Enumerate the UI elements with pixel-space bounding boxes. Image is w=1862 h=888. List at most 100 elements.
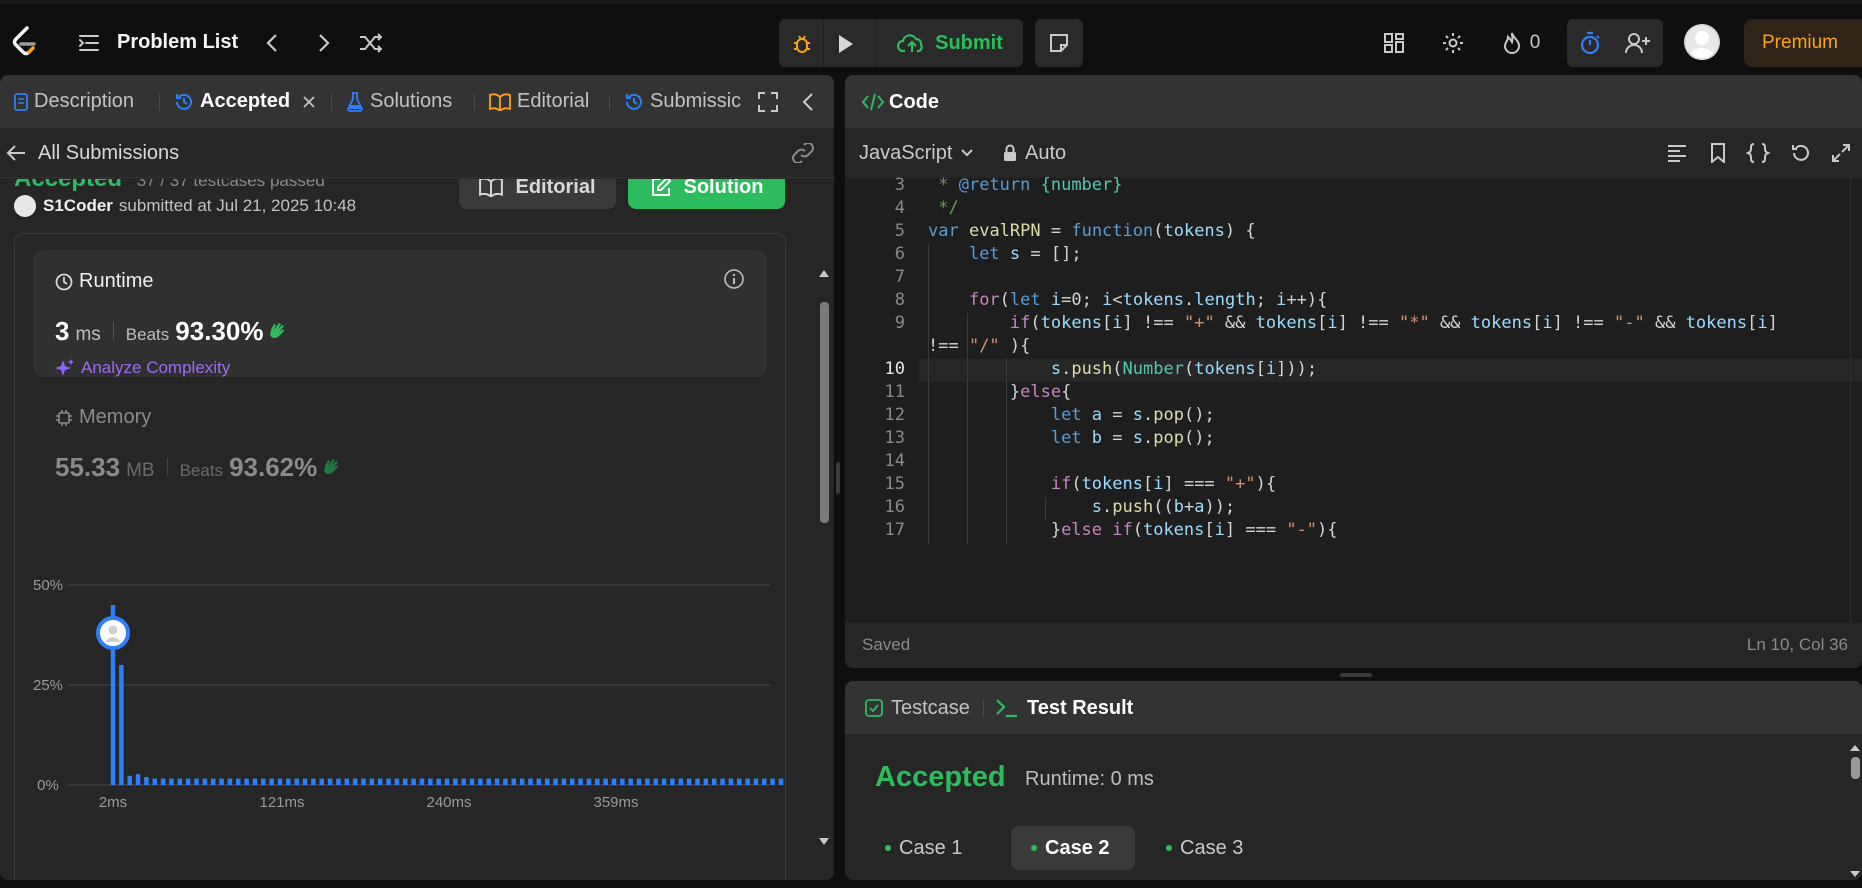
submit-button[interactable]: Submit	[885, 19, 1015, 67]
streak-counter[interactable]: 0	[1496, 30, 1546, 56]
test-result-panel: Testcase Test Result Accepted Runtime: 0…	[845, 681, 1862, 880]
runtime-distribution-chart[interactable]: 50% 25% 0% 2ms 121ms 240ms 359ms	[14, 557, 786, 857]
chart-bar	[611, 778, 617, 785]
code-line: if(tokens[i] === "+"){	[1050, 474, 1277, 494]
expand-icon	[1832, 144, 1850, 162]
runtime-card[interactable]: Runtime 3 ms Beats 93.30% Analyze Comple…	[33, 250, 767, 377]
tab-solutions[interactable]: Solutions	[346, 75, 452, 128]
chart-bar	[219, 778, 224, 785]
analyze-complexity-link[interactable]: Analyze Complexity	[55, 358, 230, 378]
timer-button[interactable]	[1577, 30, 1603, 56]
runtime-value: 3	[55, 316, 70, 346]
run-button[interactable]	[833, 31, 859, 57]
prev-problem-button[interactable]	[262, 30, 282, 56]
tab-accepted[interactable]: Accepted	[174, 75, 316, 128]
chart-bar	[628, 778, 633, 785]
chart-bar	[269, 778, 274, 785]
chart-bar	[160, 778, 166, 785]
scrollbar[interactable]	[815, 179, 834, 880]
chart-bar	[436, 778, 441, 785]
case-1-button[interactable]: Case 1	[865, 826, 975, 870]
tab-submissions[interactable]: Submissic	[624, 75, 750, 128]
tab-divider	[159, 94, 160, 111]
share-link-button[interactable]	[790, 140, 816, 166]
fullscreen-button[interactable]	[1830, 142, 1852, 164]
case-3-button[interactable]: Case 3	[1146, 826, 1256, 870]
problem-list-title[interactable]: Problem List	[117, 31, 238, 54]
layout-icon	[1384, 33, 1404, 53]
username[interactable]: S1Coder	[43, 196, 113, 216]
notes-button[interactable]	[1035, 19, 1083, 67]
chart-bar	[745, 778, 750, 785]
solution-button[interactable]: Solution	[628, 179, 785, 209]
tab-description-label: Description	[34, 90, 135, 112]
pass-dot	[1031, 845, 1037, 851]
clap-icon	[267, 320, 289, 340]
status-label: Accepted	[14, 179, 122, 192]
timer-invite-group	[1567, 19, 1663, 67]
runtime-beats-value: 93.30%	[175, 316, 264, 346]
shuffle-button[interactable]	[357, 30, 385, 56]
analyze-label: Analyze Complexity	[81, 358, 231, 377]
runtime-beats-label: Beats	[125, 325, 170, 344]
tab-testcase-label: Testcase	[891, 696, 970, 719]
chart-bar	[686, 778, 692, 785]
bug-icon	[794, 35, 810, 53]
tab-description[interactable]: Description	[14, 75, 134, 128]
case-2-button[interactable]: Case 2	[1011, 826, 1135, 870]
chart-bar	[311, 778, 316, 785]
indent-guide	[1006, 359, 1007, 544]
tab-testcase[interactable]: Testcase	[865, 695, 970, 721]
tab-test-result[interactable]: Test Result	[995, 695, 1133, 721]
debug-button[interactable]	[789, 31, 815, 57]
bookmark-button[interactable]	[1707, 142, 1729, 164]
chart-bar	[695, 778, 700, 785]
next-problem-button[interactable]	[314, 30, 334, 56]
horizontal-resize-handle[interactable]	[1340, 673, 1372, 677]
chart-bar	[352, 778, 358, 785]
maximize-panel-button[interactable]	[756, 90, 780, 114]
chart-svg: 50% 25% 0% 2ms 121ms 240ms 359ms	[33, 577, 784, 811]
vertical-resize-handle[interactable]	[836, 462, 840, 494]
test-scrollbar[interactable]	[1848, 741, 1862, 880]
code-line: }else if(tokens[i] === "-"){	[928, 520, 1338, 540]
memory-card[interactable]: Memory 55.33 MB Beats 93.62%	[33, 386, 767, 513]
indent-guide	[928, 244, 929, 544]
pass-dot	[1166, 845, 1172, 851]
format-button[interactable]	[1666, 142, 1688, 164]
chart-bar	[544, 778, 550, 785]
close-tab-icon[interactable]	[302, 95, 316, 109]
problem-list-icon[interactable]	[78, 32, 100, 54]
collapse-panel-button[interactable]	[798, 90, 818, 114]
result-status: Accepted	[875, 761, 1006, 793]
leetcode-logo[interactable]	[8, 24, 40, 60]
line-number: 7	[894, 267, 905, 287]
reset-code-button[interactable]	[1789, 142, 1811, 164]
back-to-submissions[interactable]: All Submissions	[6, 140, 179, 166]
chart-bar	[319, 778, 324, 785]
memory-stats: 55.33 MB Beats 93.62%	[55, 452, 343, 483]
info-icon[interactable]	[723, 268, 745, 290]
chart-bar	[778, 778, 784, 785]
chart-bar	[603, 778, 608, 785]
submission-content: Accepted 37 / 37 testcases passed S1Code…	[0, 179, 815, 880]
line-number: 16	[884, 497, 905, 517]
chart-bar	[194, 778, 199, 785]
editor-scrollbar[interactable]	[1850, 175, 1862, 623]
line-number: 11	[884, 382, 905, 402]
layout-button[interactable]	[1381, 30, 1407, 56]
tab-editorial[interactable]: Editorial	[489, 75, 589, 128]
stat-divider	[166, 458, 168, 476]
editorial-button[interactable]: Editorial	[459, 179, 616, 209]
settings-button[interactable]	[1440, 30, 1466, 56]
chart-bar	[135, 774, 141, 785]
braces-button[interactable]	[1745, 142, 1771, 164]
code-editor[interactable]: 3 * @return {number} 4 */ 5 var evalRPN …	[845, 175, 1862, 668]
auto-mode[interactable]: Auto	[1003, 140, 1066, 166]
code-line: for(let i=0; i<tokens.length; i++){	[968, 290, 1328, 310]
invite-user-button[interactable]	[1623, 30, 1653, 56]
code-line: var evalRPN = function(tokens) {	[928, 221, 1256, 241]
premium-button[interactable]: Premium	[1744, 19, 1862, 67]
language-select[interactable]: JavaScript	[859, 140, 974, 166]
avatar[interactable]	[1684, 24, 1720, 60]
